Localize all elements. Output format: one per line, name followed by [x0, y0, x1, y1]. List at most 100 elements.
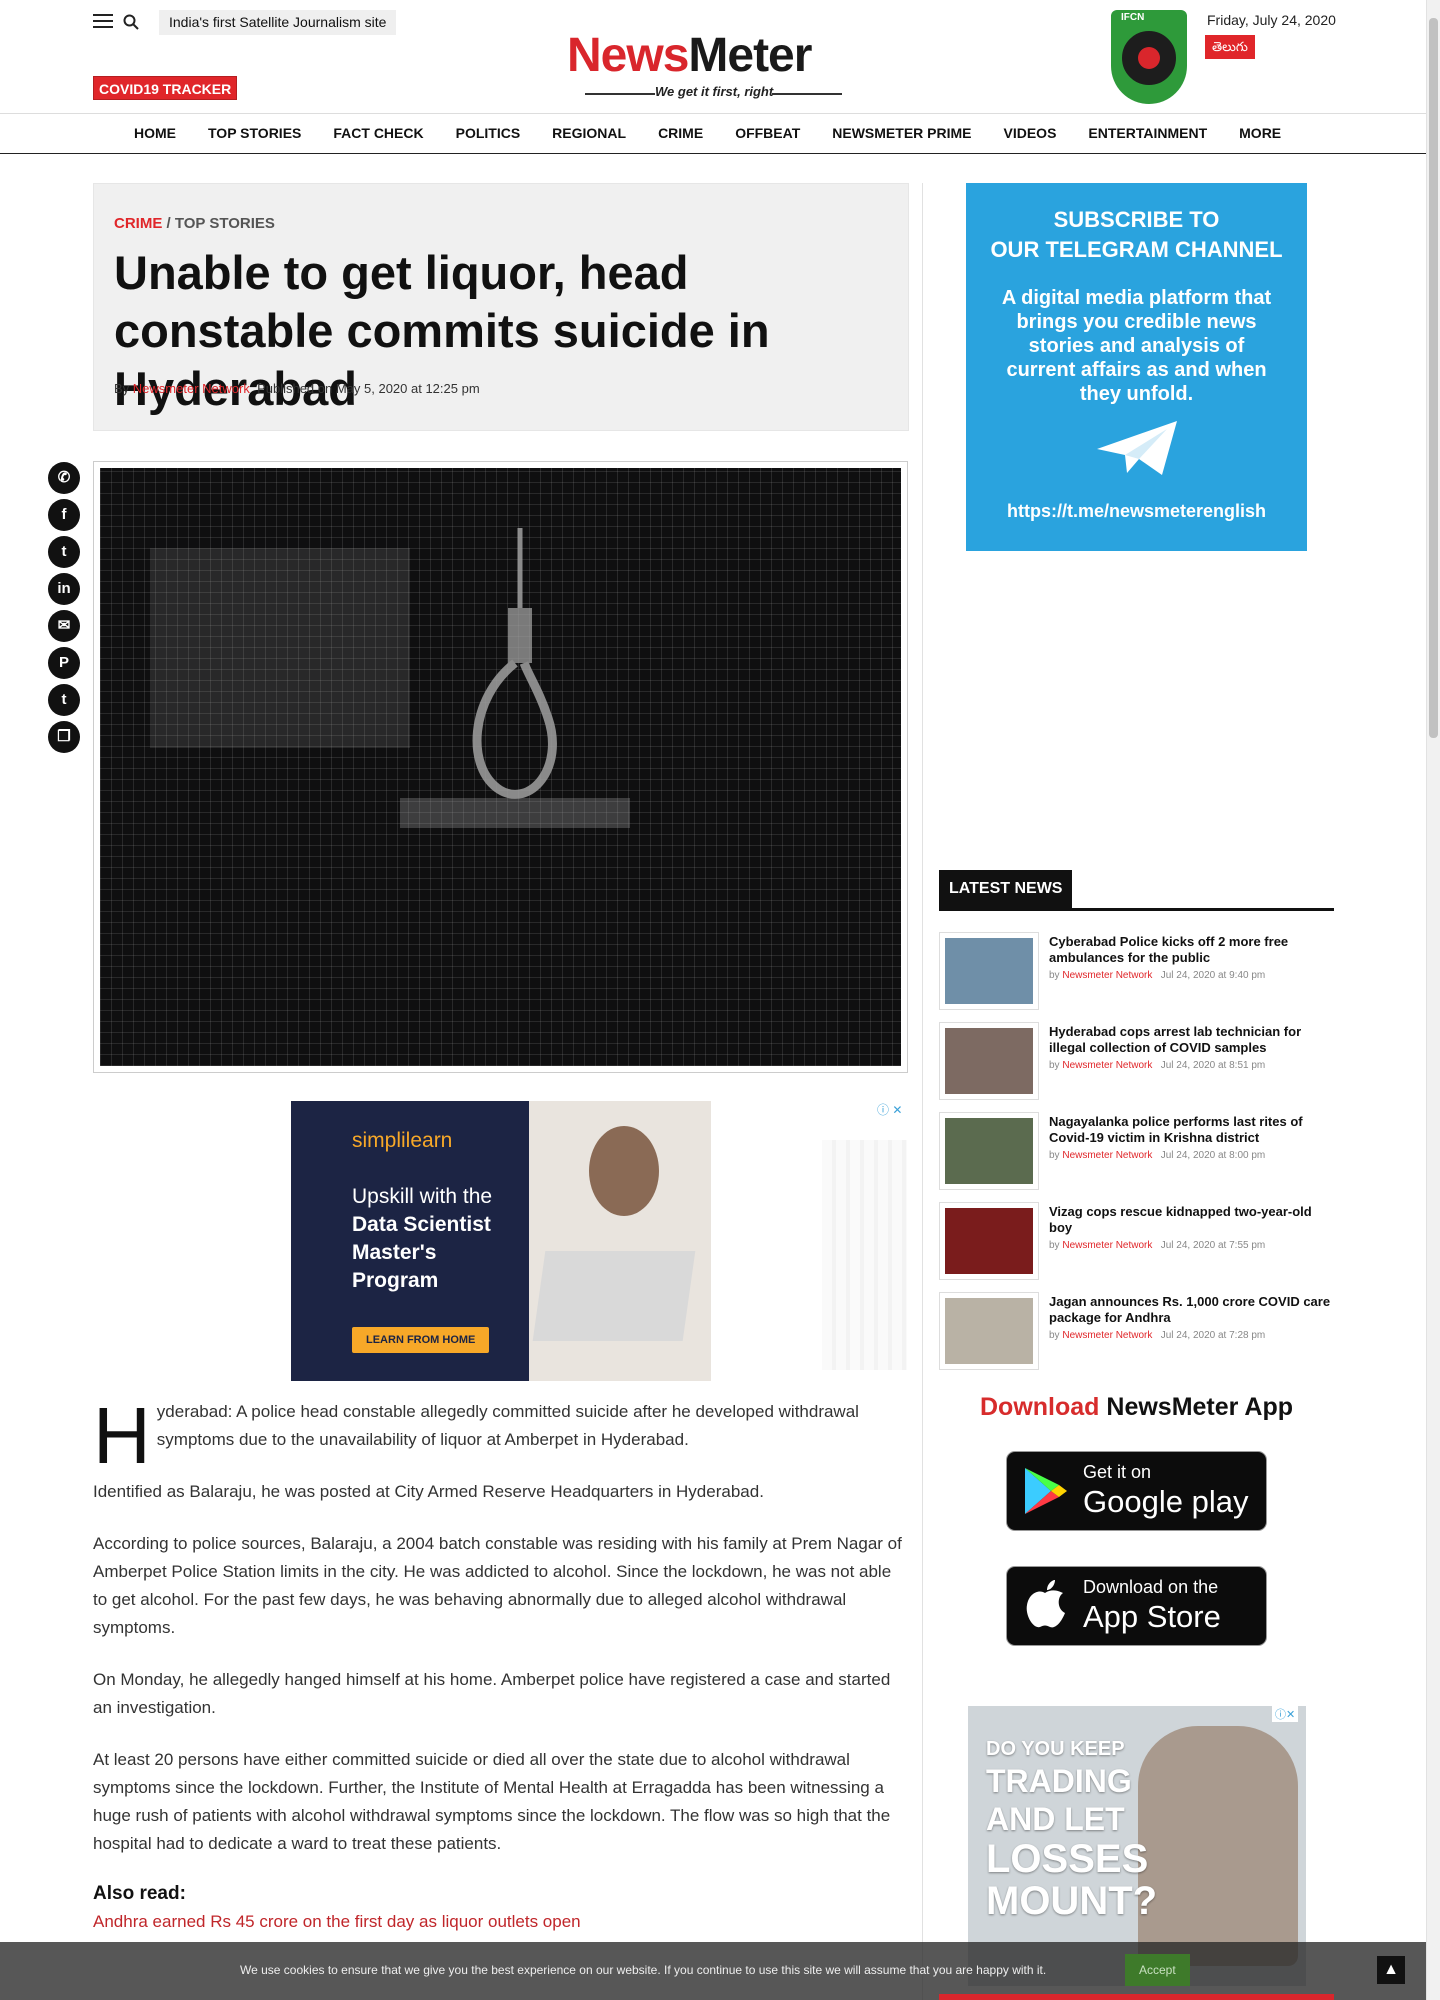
nav-crime[interactable]: CRIME — [642, 114, 719, 154]
linkedin-icon[interactable]: in — [48, 573, 80, 605]
ad-man-image — [1138, 1726, 1298, 1966]
author-link[interactable]: Newsmeter Network — [133, 381, 250, 396]
whatsapp-icon[interactable]: ✆ — [48, 462, 80, 494]
sidebar-divider — [922, 183, 923, 2000]
paragraph-4: On Monday, he allegedly hanged himself a… — [93, 1670, 891, 1717]
logo-news: News — [567, 29, 689, 82]
article-body: Hyderabad: A police head constable alleg… — [93, 1391, 909, 1936]
latest-news-title: LATEST NEWS — [939, 870, 1073, 908]
app-store-button[interactable]: Download on the App Store — [1006, 1566, 1267, 1646]
logo-meter: Meter — [688, 29, 812, 82]
also-read-heading: Also read: — [93, 1883, 186, 1904]
twitter-icon[interactable]: t — [48, 536, 80, 568]
news-meta: by Newsmeter Network Jul 24, 2020 at 7:5… — [1049, 1240, 1266, 1251]
nav-politics[interactable]: POLITICS — [440, 114, 537, 154]
covid-tracker-button[interactable]: COVID19 TRACKER — [93, 76, 238, 100]
news-title[interactable]: Jagan announces Rs. 1,000 crore COVID ca… — [1049, 1294, 1334, 1326]
page: India's first Satellite Journalism site … — [0, 0, 1440, 2000]
email-icon[interactable]: ✉ — [48, 610, 80, 642]
news-meta: by Newsmeter Network Jul 24, 2020 at 7:2… — [1049, 1330, 1266, 1341]
news-meta: by Newsmeter Network Jul 24, 2020 at 8:0… — [1049, 1150, 1266, 1161]
nav-regional[interactable]: REGIONAL — [536, 114, 642, 154]
news-item[interactable]: Nagayalanka police performs last rites o… — [939, 1112, 1334, 1190]
news-meta: by Newsmeter Network Jul 24, 2020 at 8:5… — [1049, 1060, 1266, 1071]
news-thumbnail[interactable] — [939, 1112, 1039, 1190]
logo-slogan: We get it first, right — [655, 84, 774, 99]
badge-label: IFCN — [1121, 12, 1145, 23]
paragraph-1: Hyderabad: A police head constable alleg… — [93, 1391, 859, 1480]
news-thumbnail[interactable] — [939, 932, 1039, 1010]
ad-close-icon[interactable]: ⓘ✕ — [1272, 1706, 1299, 1722]
tumblr-icon[interactable]: t — [48, 684, 80, 716]
news-title[interactable]: Vizag cops rescue kidnapped two-year-old… — [1049, 1204, 1334, 1236]
news-thumbnail[interactable] — [939, 1202, 1039, 1280]
latest-news-header: LATEST NEWS — [939, 870, 1334, 911]
news-item[interactable]: Cyberabad Police kicks off 2 more free a… — [939, 932, 1334, 1010]
telegram-heading1: SUBSCRIBE TO — [1053, 207, 1220, 232]
sidebar-accent-bar — [939, 1994, 1334, 2000]
news-title[interactable]: Hyderabad cops arrest lab technician for… — [1049, 1024, 1334, 1056]
article-header: CRIME / TOP STORIES Unable to get liquor… — [93, 183, 909, 431]
apple-icon — [1026, 1580, 1065, 1628]
news-title[interactable]: Nagayalanka police performs last rites o… — [1049, 1114, 1334, 1146]
ad-line4: Program — [352, 1269, 439, 1292]
byline-by: By — [114, 381, 130, 396]
site-logo[interactable]: NewsMeter We get it first, right — [567, 30, 877, 102]
telegram-icon — [1097, 421, 1177, 475]
cookie-message: We use cookies to ensure that we give yo… — [240, 1963, 1047, 1977]
breadcrumb-crime[interactable]: CRIME — [114, 215, 162, 232]
breadcrumb-separator: / — [166, 215, 171, 232]
breadcrumb: CRIME / TOP STORIES — [114, 215, 275, 232]
cookie-banner: We use cookies to ensure that we give yo… — [0, 1942, 1426, 2000]
scrollbar-thumb[interactable] — [1429, 18, 1438, 738]
facebook-icon[interactable]: f — [48, 499, 80, 531]
scroll-top-icon[interactable]: ▲ — [1377, 1956, 1405, 1984]
current-date: Friday, July 24, 2020 — [1207, 12, 1336, 28]
nav-fact-check[interactable]: FACT CHECK — [317, 114, 439, 154]
news-item[interactable]: Jagan announces Rs. 1,000 crore COVID ca… — [939, 1292, 1334, 1370]
news-title[interactable]: Cyberabad Police kicks off 2 more free a… — [1049, 934, 1334, 966]
nav-offbeat[interactable]: OFFBEAT — [719, 114, 816, 154]
app-store-big: App Store — [1083, 1599, 1221, 1634]
publish-date: Published on May 5, 2020 at 12:25 pm — [257, 381, 480, 396]
menu-icon[interactable] — [93, 14, 113, 29]
nav-newsmeter-prime[interactable]: NEWSMETER PRIME — [816, 114, 987, 154]
simplilearn-ad[interactable]: simplilearn Upskill with the Data Scient… — [291, 1101, 711, 1381]
ifcn-signatory-badge[interactable]: IFCN — [1111, 10, 1187, 104]
main-nav: HOME TOP STORIES FACT CHECK POLITICS REG… — [0, 113, 1426, 154]
byline: By Newsmeter Network Published on May 5,… — [114, 381, 480, 396]
news-item[interactable]: Vizag cops rescue kidnapped two-year-old… — [939, 1202, 1334, 1280]
nav-entertainment[interactable]: ENTERTAINMENT — [1072, 114, 1223, 154]
telegram-heading2: OUR TELEGRAM CHANNEL — [990, 237, 1283, 262]
nav-more[interactable]: MORE — [1223, 114, 1297, 154]
news-meta: by Newsmeter Network Jul 24, 2020 at 9:4… — [1049, 970, 1266, 981]
breadcrumb-top-stories[interactable]: TOP STORIES — [175, 215, 275, 232]
search-icon[interactable] — [123, 14, 139, 30]
ad-copy: DO YOU KEEP TRADING AND LET LOSSES MOUNT… — [986, 1738, 1158, 1923]
copy-icon[interactable]: ❐ — [48, 721, 80, 753]
ad-copy: Upskill with the Data Scientist Master's… — [352, 1183, 522, 1295]
pinterest-icon[interactable]: P — [48, 647, 80, 679]
nav-videos[interactable]: VIDEOS — [988, 114, 1073, 154]
ad-line3: Master's — [352, 1241, 437, 1264]
google-play-button[interactable]: Get it on Google play — [1006, 1451, 1267, 1531]
dropcap: H — [93, 1391, 151, 1480]
telugu-language-button[interactable]: తెలుగు — [1205, 35, 1255, 59]
ad-line2: Data Scientist — [352, 1213, 491, 1236]
app-store-small: Download on the — [1083, 1577, 1219, 1597]
cookie-accept-button[interactable]: Accept — [1125, 1954, 1190, 1986]
ad-placeholder — [822, 1140, 907, 1370]
adchoices-icon[interactable]: ⓘ ✕ — [877, 1101, 902, 1118]
site-tagline: India's first Satellite Journalism site — [159, 10, 397, 35]
nav-top-stories[interactable]: TOP STORIES — [192, 114, 317, 154]
news-item[interactable]: Hyderabad cops arrest lab technician for… — [939, 1022, 1334, 1100]
news-thumbnail[interactable] — [939, 1292, 1039, 1370]
news-thumbnail[interactable] — [939, 1022, 1039, 1100]
scrollbar[interactable] — [1426, 0, 1440, 2000]
download-app-heading: Download NewsMeter App — [939, 1393, 1334, 1422]
ad-cta-button[interactable]: LEARN FROM HOME — [352, 1327, 490, 1353]
related-article-link[interactable]: Andhra earned Rs 45 crore on the first d… — [93, 1908, 909, 1936]
paragraph-2: Identified as Balaraju, he was posted at… — [93, 1482, 764, 1501]
nav-home[interactable]: HOME — [118, 114, 192, 154]
telegram-subscribe-banner[interactable]: SUBSCRIBE TO OUR TELEGRAM CHANNEL A digit… — [966, 183, 1307, 551]
